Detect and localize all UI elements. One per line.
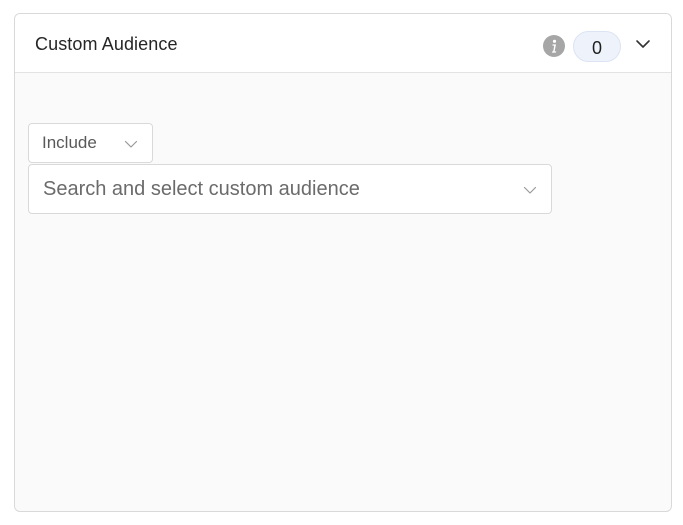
custom-audience-panel: Custom Audience 0 Include <box>14 13 672 512</box>
chevron-down-icon[interactable] <box>633 34 653 54</box>
include-exclude-select[interactable]: Include <box>28 123 153 163</box>
panel-header[interactable]: Custom Audience 0 <box>15 14 671 73</box>
panel-title: Custom Audience <box>35 34 178 54</box>
count-badge: 0 <box>573 31 621 62</box>
chevron-down-icon <box>124 137 138 151</box>
chevron-down-icon <box>523 183 537 197</box>
info-glyph <box>551 39 557 53</box>
custom-audience-search-input[interactable] <box>29 165 509 213</box>
custom-audience-search-select[interactable] <box>28 164 552 214</box>
info-icon[interactable] <box>543 35 565 57</box>
include-select-value: Include <box>42 133 97 152</box>
